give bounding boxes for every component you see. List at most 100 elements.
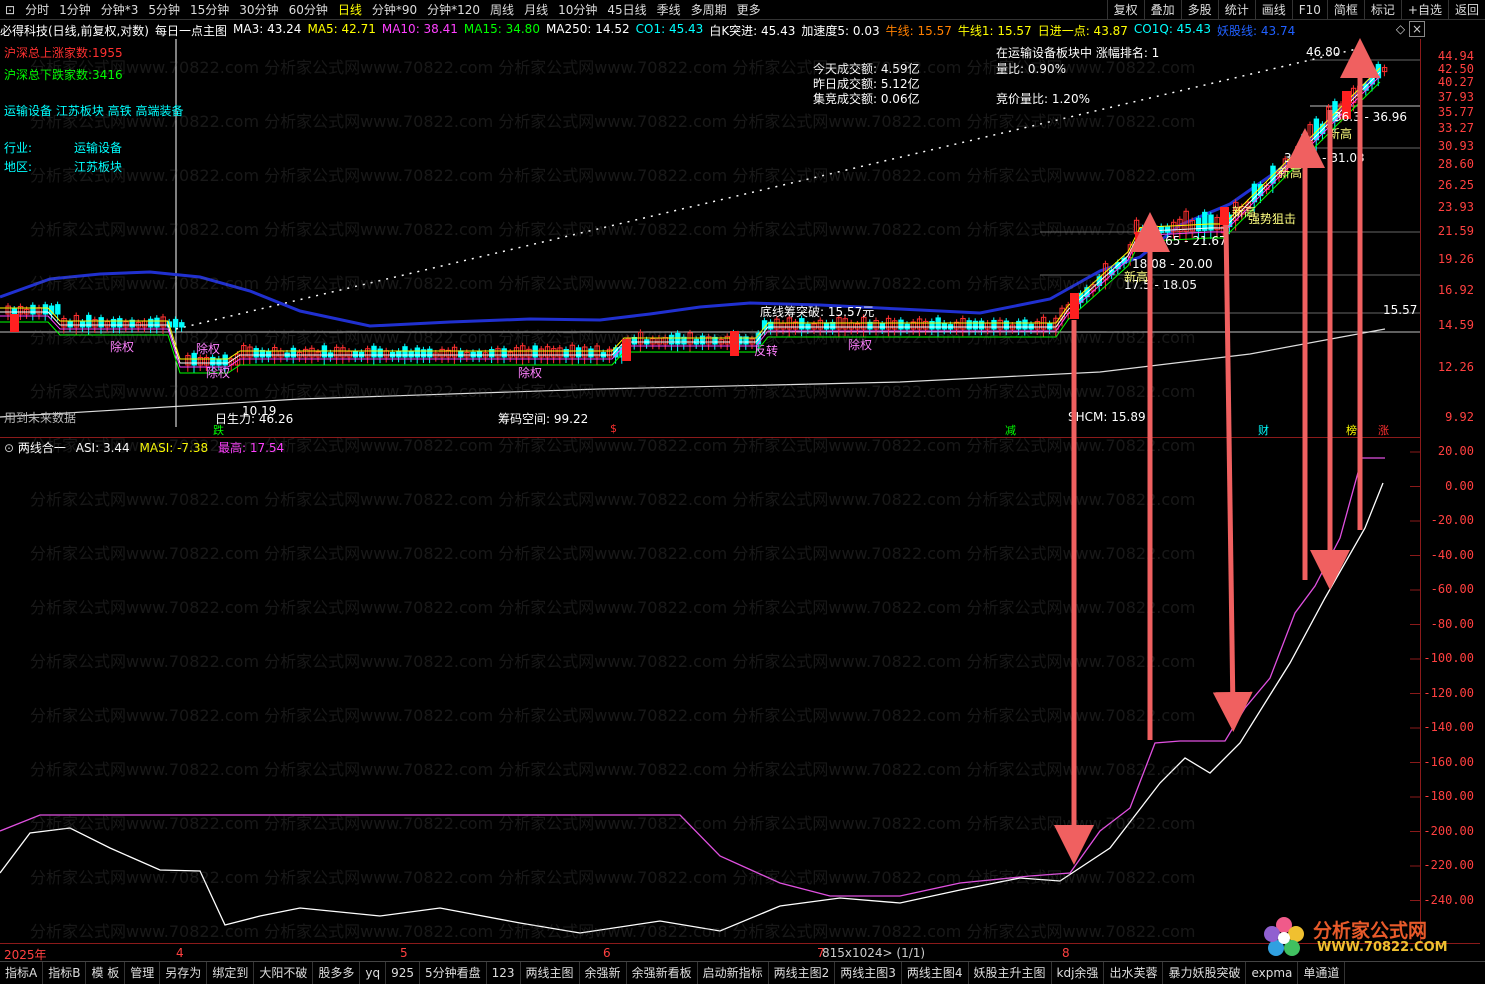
price-tick-9: 23.93	[1437, 200, 1474, 214]
period-tab-5[interactable]: 30分钟	[234, 1, 283, 18]
formula-tab-1[interactable]: 指标B	[43, 962, 87, 984]
new-high-3: 新高	[1328, 127, 1353, 141]
formula-tab-16[interactable]: 两线主图2	[769, 962, 836, 984]
top-button-6[interactable]: 简框	[1326, 0, 1364, 20]
period-tab-9[interactable]: 分钟*120	[422, 1, 485, 18]
stock-title: 必得科技(日线,前复权,对数)	[0, 23, 149, 38]
top-button-3[interactable]: 统计	[1217, 0, 1255, 20]
price-tick-6: 30.93	[1437, 139, 1474, 153]
period-tab-2[interactable]: 分钟*3	[96, 1, 144, 18]
top-button-1[interactable]: 叠加	[1143, 0, 1181, 20]
logo-name: 分析家公式网	[1313, 920, 1428, 942]
candle-body	[823, 322, 830, 330]
short-ma-line	[0, 75, 1381, 368]
formula-tab-bar: 指标A 指标B 模 板管理 另存为 绑定到 大阳不破 股多多 yq 925 5分钟看盘 123 两线主…	[0, 961, 1485, 984]
new-high-2: 新高	[1278, 166, 1303, 180]
top-button-7[interactable]: 标记	[1363, 0, 1401, 20]
period-tab-8[interactable]: 分钟*90	[367, 1, 422, 18]
formula-tab-2[interactable]: 模 板	[86, 962, 126, 984]
period-tab-3[interactable]: 5分钟	[143, 1, 185, 18]
asi-tick-3: -40.00	[1430, 547, 1474, 562]
formula-tab-14[interactable]: 余强新看板	[627, 962, 698, 984]
asi-high: 最高: 17.54	[217, 441, 285, 455]
down-count: 沪深总下跌家数:3416	[4, 68, 123, 82]
formula-tab-7[interactable]: 股多多	[313, 962, 361, 984]
period-tab-10[interactable]: 周线	[485, 1, 519, 18]
formula-tab-11[interactable]: 123	[487, 962, 521, 984]
asi-chart[interactable]	[0, 438, 1420, 943]
formula-tab-9[interactable]: 925	[386, 962, 420, 984]
formula-tab-18[interactable]: 两线主图4	[902, 962, 969, 984]
asi-title[interactable]: 两线合一	[18, 441, 66, 455]
candle-body	[458, 350, 464, 358]
line-value-label: 15.57	[1383, 303, 1418, 317]
indicator-name[interactable]: 每日一点主图	[155, 22, 227, 39]
asi-line	[0, 482, 1384, 934]
top-button-0[interactable]: 复权	[1106, 0, 1144, 20]
formula-tab-15[interactable]: 启动新指标	[698, 962, 769, 984]
formula-tab-6[interactable]: 大阳不破	[254, 962, 314, 984]
formula-tab-21[interactable]: 出水芙蓉	[1104, 962, 1164, 984]
badge-finance: 财	[1258, 424, 1269, 437]
site-logo: 分析家公式网 WWW.70822.COM	[1261, 916, 1471, 956]
candle-body	[396, 350, 402, 358]
ma-item-8: 牛线: 15.57	[885, 23, 952, 38]
formula-tab-5[interactable]: 绑定到	[207, 962, 255, 984]
formula-tab-24[interactable]: 单通道	[1298, 962, 1346, 984]
formula-tab-4[interactable]: 另存为	[160, 962, 208, 984]
formula-tab-23[interactable]: expma	[1246, 962, 1299, 984]
formula-tab-22[interactable]: 暴力妖股突破	[1163, 962, 1247, 984]
period-tab-14[interactable]: 季线	[652, 1, 686, 18]
candle-body	[575, 347, 582, 358]
asi-collapse-icon[interactable]: ⊙	[4, 441, 14, 455]
ma-item-3: MA15: 34.80	[463, 21, 540, 36]
formula-tab-17[interactable]: 两线主图3	[835, 962, 902, 984]
period-tab-1[interactable]: 1分钟	[54, 1, 96, 18]
formula-tab-8[interactable]: yq	[360, 962, 387, 984]
top-button-5[interactable]: F10	[1291, 0, 1327, 20]
price-tick-7: 28.60	[1437, 157, 1474, 171]
big-candle	[1220, 207, 1229, 225]
concept-tags: 运输设备 江苏板块 高铁 高端装备	[4, 104, 184, 118]
period-tab-15[interactable]: 多周期	[686, 1, 732, 18]
formula-tab-13[interactable]: 余强新	[580, 962, 627, 984]
period-tab-6[interactable]: 60分钟	[284, 1, 333, 18]
period-tab-12[interactable]: 10分钟	[553, 1, 602, 18]
price-tick-12: 16.92	[1437, 283, 1474, 297]
asi-indicator-panel[interactable]	[0, 438, 1420, 943]
ma-item-5: CO1: 45.43	[635, 21, 704, 36]
period-tab-4[interactable]: 15分钟	[185, 1, 234, 18]
price-tick-5: 33.27	[1437, 121, 1474, 135]
region-label: 地区:	[4, 160, 33, 174]
ma-item-12: 妖股线: 43.74	[1217, 23, 1296, 38]
fuquan-tag-3: 除权	[206, 366, 231, 380]
candle-body	[1158, 226, 1165, 234]
candle-body	[30, 304, 36, 315]
price-tick-14: 12.26	[1437, 360, 1474, 374]
period-tab-7[interactable]: 日线	[333, 1, 367, 18]
menu-icon[interactable]: ⊡	[0, 3, 20, 17]
price-tick-10: 21.59	[1437, 224, 1474, 238]
asi-tick-9: -160.00	[1423, 754, 1474, 769]
top-button-2[interactable]: 多股	[1180, 0, 1218, 20]
top-button-8[interactable]: +自选	[1400, 0, 1448, 20]
period-tab-13[interactable]: 45日线	[602, 1, 651, 18]
top-button-4[interactable]: 画线	[1254, 0, 1292, 20]
top-button-9[interactable]: 返回	[1447, 0, 1485, 20]
asi-tick-7: -120.00	[1423, 685, 1474, 700]
formula-tab-10[interactable]: 5分钟看盘	[420, 962, 487, 984]
asi-tick-13: -240.00	[1423, 892, 1474, 907]
image-info: 815x1024> (1/1)	[822, 946, 926, 960]
formula-tab-0[interactable]: 指标A	[0, 962, 44, 984]
candle-body	[1047, 323, 1053, 330]
big-candle	[1070, 293, 1079, 319]
short-ma-line	[0, 67, 1381, 360]
formula-tab-19[interactable]: 妖股主升主图	[969, 962, 1052, 984]
period-tab-16[interactable]: 更多	[732, 1, 766, 18]
period-tab-0[interactable]: 分时	[20, 1, 54, 18]
period-tab-11[interactable]: 月线	[519, 1, 553, 18]
formula-tab-20[interactable]: kdj余强	[1052, 962, 1105, 984]
ma-item-4: MA250: 14.52	[545, 21, 630, 36]
formula-tab-3[interactable]: 管理	[125, 962, 161, 984]
formula-tab-12[interactable]: 两线主图	[521, 962, 580, 984]
